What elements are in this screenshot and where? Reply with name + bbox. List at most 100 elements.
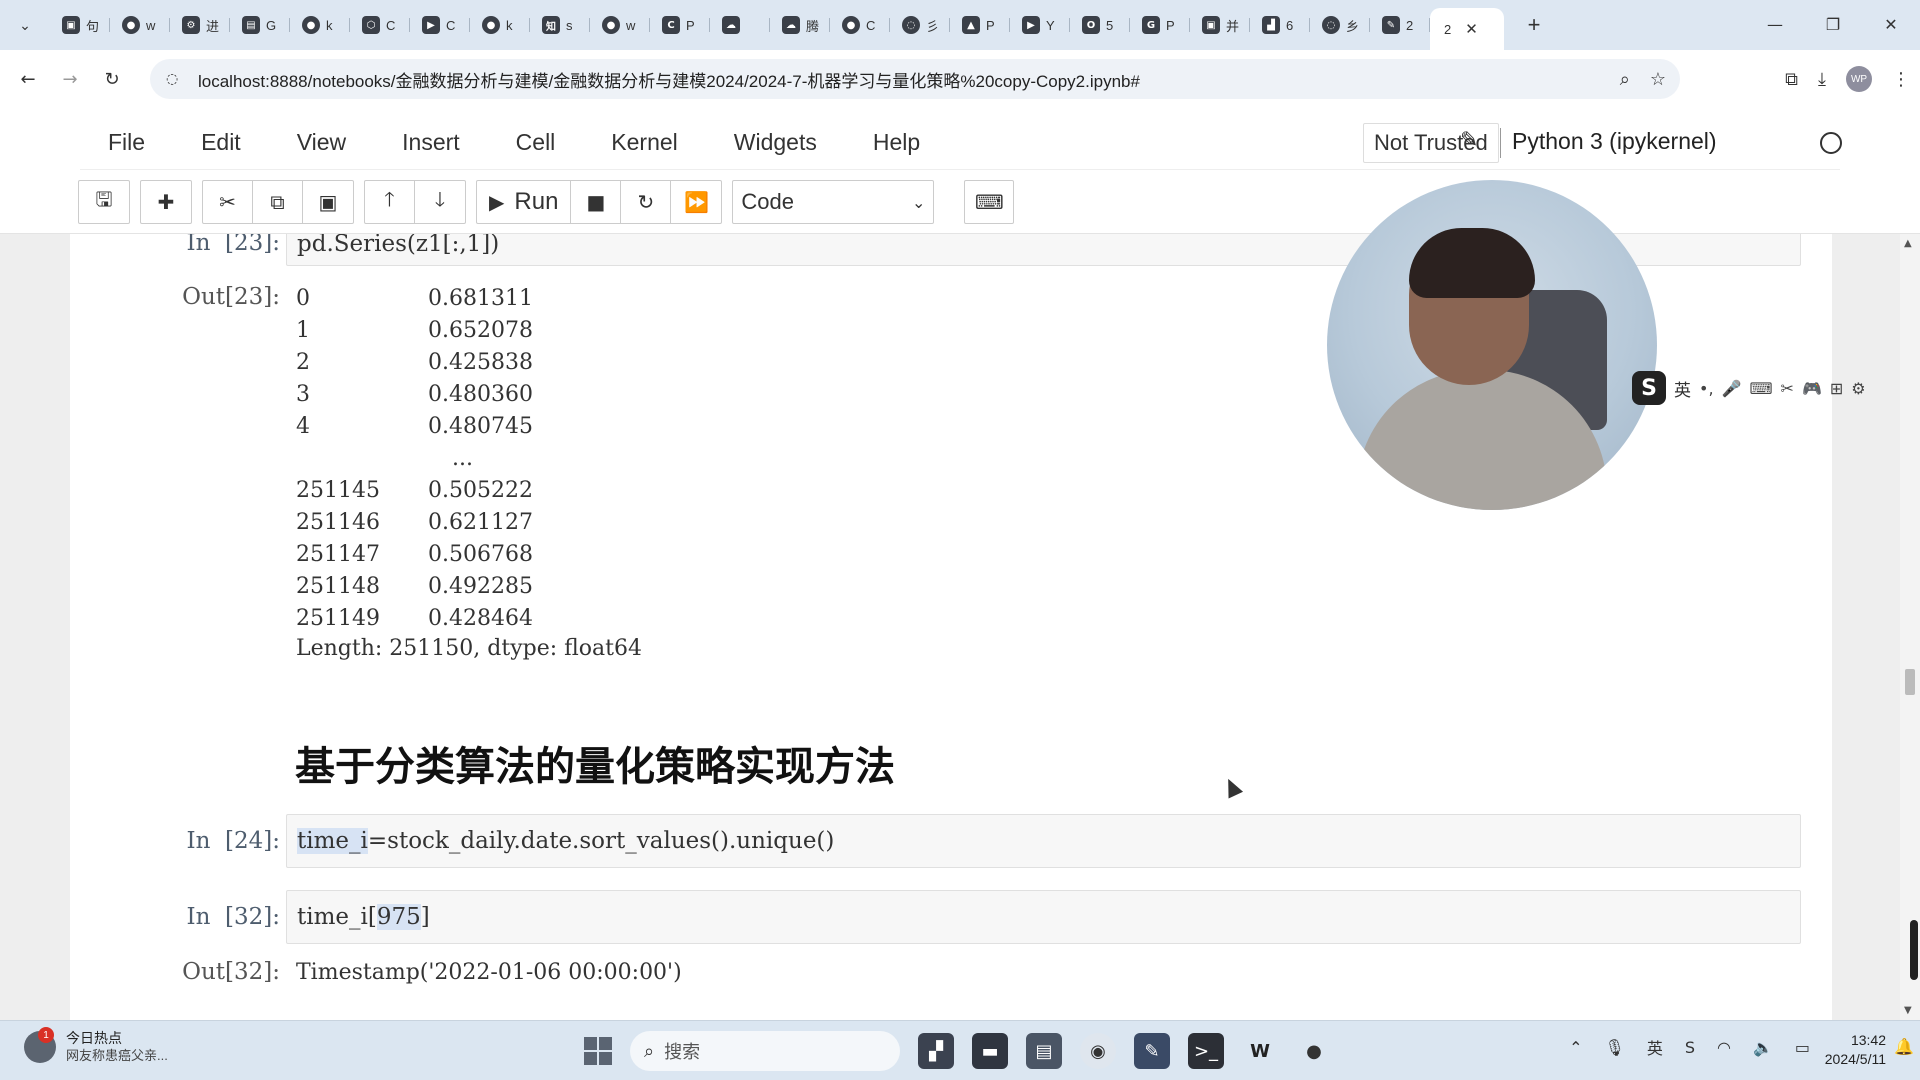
terminal-app-icon[interactable]: ▬ [972, 1033, 1008, 1069]
browser-tab[interactable]: ● k [290, 8, 350, 42]
copy-button[interactable]: ⧉ [253, 181, 303, 223]
notification-bell-icon[interactable]: 🔔 [1894, 1037, 1914, 1056]
console-app-icon[interactable]: >_ [1188, 1033, 1224, 1069]
zoom-icon[interactable]: ⌕ [1620, 69, 1630, 90]
browser-tab[interactable]: CP [650, 8, 710, 42]
paste-button[interactable]: ▣ [303, 181, 353, 223]
scroll-down-icon[interactable]: ▼ [1904, 1005, 1912, 1016]
browser-tab[interactable]: ▤ G [230, 8, 290, 42]
forward-button[interactable]: → [52, 61, 88, 97]
restore-button[interactable]: ❐ [1804, 0, 1862, 48]
pen-app-icon[interactable]: ✎ [1134, 1033, 1170, 1069]
tray-chevron-up-icon[interactable]: ⌃ [1569, 1038, 1582, 1057]
profile-avatar[interactable]: WP [1846, 66, 1872, 92]
browser-tab[interactable]: GP [1130, 8, 1190, 42]
volume-icon[interactable]: 🔈 [1753, 1038, 1773, 1057]
command-palette-button[interactable]: ⌨ [964, 180, 1015, 224]
browser-tab[interactable]: O5 [1070, 8, 1130, 42]
run-button[interactable]: ▶ Run [477, 181, 572, 223]
chrome-browser-icon[interactable]: ◉ [1080, 1033, 1116, 1069]
restart-run-all-button[interactable]: ⏩ [671, 181, 721, 223]
bookmark-star-icon[interactable]: ☆ [1650, 69, 1666, 90]
browser-tab[interactable]: ● C [830, 8, 890, 42]
browser-tab[interactable]: ☁ 腾 [770, 8, 830, 42]
menu-file[interactable]: File [80, 116, 173, 170]
download-icon[interactable]: ⤓ [1818, 69, 1826, 90]
browser-tab[interactable]: ⚙ 进 [170, 8, 230, 42]
settings-gear-icon[interactable]: ⚙ [1851, 379, 1865, 398]
code-text-23[interactable]: pd.Series(z1[:,1]) [297, 234, 499, 257]
move-down-button[interactable]: 🡓 [415, 181, 465, 223]
cell-type-select[interactable]: Code ⌄ [732, 180, 935, 224]
browser-tab[interactable]: ✎ 2 [1370, 8, 1430, 42]
cut-button[interactable]: ✂ [203, 181, 253, 223]
tray-sogou-icon[interactable]: S [1685, 1038, 1695, 1057]
reload-button[interactable]: ↻ [94, 61, 130, 97]
page-scrollbar[interactable]: ▲ ▼ [1900, 234, 1920, 1020]
side-scroll-handle[interactable] [1910, 920, 1918, 980]
browser-tab[interactable]: ▟ 6 [1250, 8, 1310, 42]
extensions-icon[interactable]: ⧉ [1785, 69, 1798, 90]
menu-edit[interactable]: Edit [173, 116, 269, 170]
site-info-icon[interactable]: ◌ [166, 71, 188, 87]
browser-tab[interactable]: ▣ 句 [50, 8, 110, 42]
close-window-button[interactable]: ✕ [1862, 0, 1920, 48]
code-text-24[interactable]: time_i=stock_daily.date.sort_values().un… [297, 828, 834, 854]
task-view-icon[interactable]: ▞ [918, 1033, 954, 1069]
code-text-32[interactable]: time_i[975] [297, 904, 430, 930]
tray-ime-icon[interactable]: 英 [1647, 1035, 1663, 1059]
wifi-icon[interactable]: ◠ [1717, 1038, 1731, 1057]
microphone-icon[interactable]: 🎤 [1722, 379, 1742, 398]
ime-language[interactable]: 英 [1674, 376, 1691, 401]
menu-kernel[interactable]: Kernel [583, 116, 705, 170]
browser-tab[interactable]: ▶ C [410, 8, 470, 42]
punctuation-icon[interactable]: •, [1699, 379, 1714, 398]
browser-tab[interactable]: ☁ [710, 8, 770, 42]
more-menu-icon[interactable]: ⋮ [1892, 69, 1910, 90]
browser-tab[interactable]: ◌ 彡 [890, 8, 950, 42]
browser-tab[interactable]: 知s [530, 8, 590, 42]
move-up-button[interactable]: 🡑 [365, 181, 415, 223]
new-tab-button[interactable]: + [1516, 8, 1552, 42]
scrollbar-thumb[interactable] [1905, 669, 1915, 695]
menu-widgets[interactable]: Widgets [706, 116, 845, 170]
menu-help[interactable]: Help [845, 116, 948, 170]
menu-cell[interactable]: Cell [488, 116, 584, 170]
sogou-logo-icon[interactable]: S [1632, 371, 1666, 405]
close-tab-icon[interactable]: ✕ [1465, 20, 1478, 38]
browser-tab[interactable]: ▶ Y [1010, 8, 1070, 42]
code-cell-24[interactable]: time_i=stock_daily.date.sort_values().un… [286, 814, 1801, 868]
skin-icon[interactable]: ✂ [1781, 379, 1794, 398]
restart-button[interactable]: ↻ [621, 181, 672, 223]
keyboard-icon[interactable]: ⌨ [1749, 379, 1772, 398]
interrupt-button[interactable]: ■ [571, 181, 622, 223]
battery-icon[interactable]: ▭ [1795, 1038, 1810, 1057]
menu-insert[interactable]: Insert [374, 116, 488, 170]
browser-tab[interactable]: ● w [590, 8, 650, 42]
save-button[interactable]: 🖫 [79, 181, 129, 223]
edit-pencil-icon[interactable]: ✎ [1460, 128, 1478, 153]
url-text[interactable]: localhost:8888/notebooks/金融数据分析与建模/金融数据分… [198, 67, 1578, 92]
file-explorer-icon[interactable]: ▤ [1026, 1033, 1062, 1069]
browser-tab[interactable]: ◌ 乡 [1310, 8, 1370, 42]
gamepad-icon[interactable]: 🎮 [1802, 379, 1822, 398]
menu-view[interactable]: View [269, 116, 374, 170]
address-bar[interactable]: ◌ localhost:8888/notebooks/金融数据分析与建模/金融数… [150, 59, 1680, 99]
apps-grid-icon[interactable]: ⊞ [1830, 379, 1843, 398]
taskbar-search[interactable]: ⌕ 搜索 [630, 1031, 900, 1071]
tray-microphone-icon[interactable]: 🎙 [1605, 1038, 1625, 1057]
recorder-app-icon[interactable]: ● [1296, 1033, 1332, 1069]
insert-cell-button[interactable]: ✚ [141, 181, 191, 223]
browser-tab[interactable]: ▲ P [950, 8, 1010, 42]
minimize-button[interactable]: — [1746, 0, 1804, 48]
code-cell-32[interactable]: time_i[975] [286, 890, 1801, 944]
tab-active[interactable]: 2 ✕ [1430, 8, 1504, 50]
browser-tab[interactable]: ● w [110, 8, 170, 42]
start-button[interactable] [584, 1037, 612, 1065]
taskbar-clock[interactable]: 13:42 2024/5/11 [1825, 1031, 1886, 1069]
browser-tab[interactable]: ⬡ C [350, 8, 410, 42]
back-button[interactable]: ← [10, 61, 46, 97]
news-widget[interactable]: 1 今日热点 网友称患癌父亲... [24, 1027, 168, 1065]
wps-app-icon[interactable]: W [1242, 1033, 1278, 1069]
tab-search-button[interactable]: ⌄ [8, 8, 42, 42]
